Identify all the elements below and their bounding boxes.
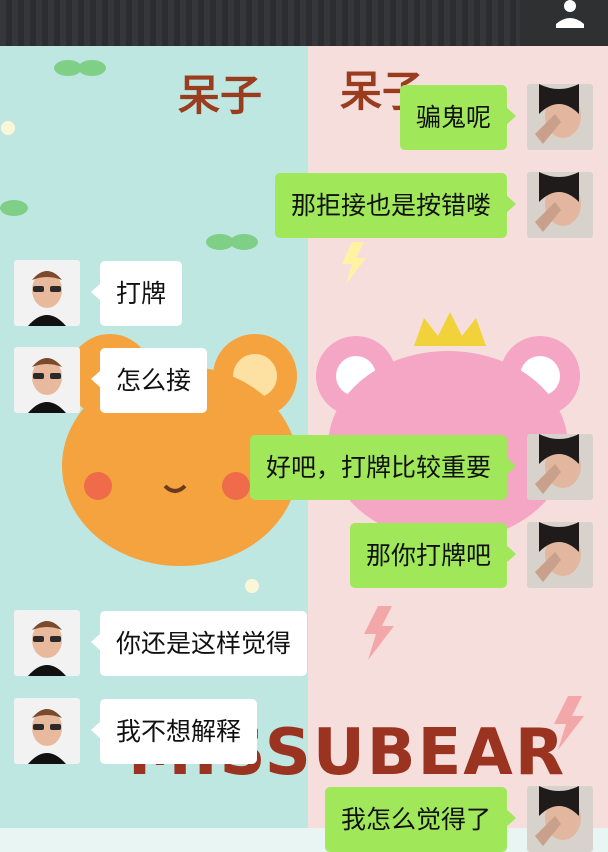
message-row: 我不想解释	[14, 698, 258, 764]
incoming-bubble[interactable]: 打牌	[90, 260, 183, 326]
message-row: 那拒接也是按错喽	[274, 172, 593, 238]
avatar-man-sunglasses[interactable]	[14, 260, 80, 326]
message-row: 骗鬼呢	[399, 84, 593, 150]
outgoing-bubble[interactable]: 骗鬼呢	[399, 84, 517, 150]
message-row: 怎么接	[14, 347, 208, 413]
message-row: 打牌	[14, 260, 183, 326]
outgoing-bubble[interactable]: 好吧，打牌比较重要	[249, 434, 517, 500]
avatar-woman-selfie[interactable]	[527, 522, 593, 588]
avatar-woman-selfie[interactable]	[527, 434, 593, 500]
top-bar	[0, 0, 608, 46]
avatar-man-sunglasses[interactable]	[14, 698, 80, 764]
incoming-bubble[interactable]: 我不想解释	[90, 698, 258, 764]
message-row: 我怎么觉得了	[324, 786, 593, 852]
outgoing-bubble[interactable]: 我怎么觉得了	[324, 786, 517, 852]
outgoing-bubble[interactable]: 那拒接也是按错喽	[274, 172, 517, 238]
message-row: 那你打牌吧	[349, 522, 593, 588]
wallpaper-label-left: 呆子	[178, 71, 263, 120]
avatar-man-sunglasses[interactable]	[14, 347, 80, 413]
message-row: 你还是这样觉得	[14, 610, 308, 676]
message-row: 好吧，打牌比较重要	[249, 434, 593, 500]
avatar-woman-selfie[interactable]	[527, 786, 593, 852]
incoming-bubble[interactable]: 你还是这样觉得	[90, 610, 308, 676]
incoming-bubble[interactable]: 怎么接	[90, 347, 208, 413]
avatar-woman-selfie[interactable]	[527, 172, 593, 238]
outgoing-bubble[interactable]: 那你打牌吧	[349, 522, 517, 588]
person-icon[interactable]	[550, 0, 590, 30]
avatar-man-sunglasses[interactable]	[14, 610, 80, 676]
blurred-title	[0, 0, 520, 46]
pink-bear-icon	[316, 312, 580, 541]
avatar-woman-selfie[interactable]	[527, 84, 593, 150]
